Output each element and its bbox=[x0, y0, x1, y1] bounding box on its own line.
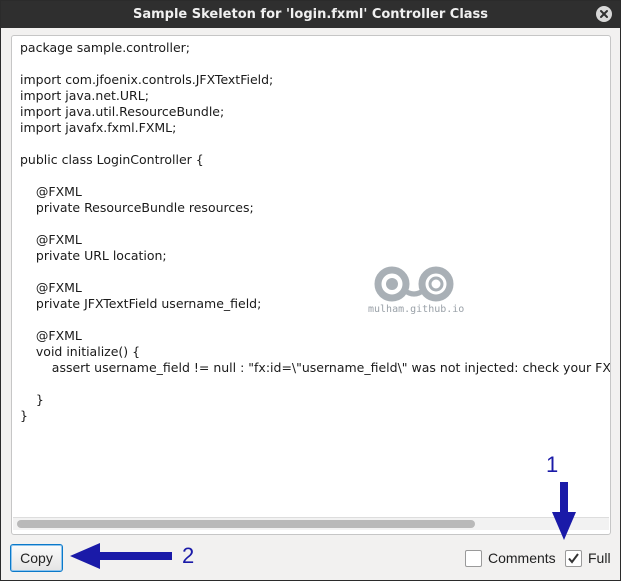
code-text-area[interactable]: package sample.controller; import com.jf… bbox=[11, 35, 611, 535]
close-button[interactable] bbox=[596, 6, 612, 22]
code-content: package sample.controller; import com.jf… bbox=[20, 40, 610, 423]
dialog-window: Sample Skeleton for 'login.fxml' Control… bbox=[0, 0, 621, 581]
copy-button[interactable]: Copy bbox=[10, 544, 63, 572]
checkmark-icon bbox=[568, 553, 579, 564]
full-label: Full bbox=[588, 550, 611, 566]
comments-checkbox[interactable] bbox=[465, 550, 482, 567]
window-title: Sample Skeleton for 'login.fxml' Control… bbox=[132, 7, 489, 22]
full-checkbox[interactable] bbox=[565, 550, 582, 567]
infinity-logo-icon bbox=[374, 266, 454, 302]
horizontal-scrollbar[interactable] bbox=[13, 517, 609, 530]
watermark-logo: mulham.github.io bbox=[368, 264, 464, 320]
title-bar[interactable]: Sample Skeleton for 'login.fxml' Control… bbox=[1, 1, 620, 28]
watermark-text: mulham.github.io bbox=[368, 304, 465, 315]
annotation-marker-2: 2 bbox=[182, 543, 195, 568]
comments-label: Comments bbox=[488, 550, 556, 566]
annotation-marker-1: 1 bbox=[546, 452, 559, 477]
close-icon bbox=[600, 10, 608, 18]
scrollbar-thumb[interactable] bbox=[17, 520, 475, 528]
